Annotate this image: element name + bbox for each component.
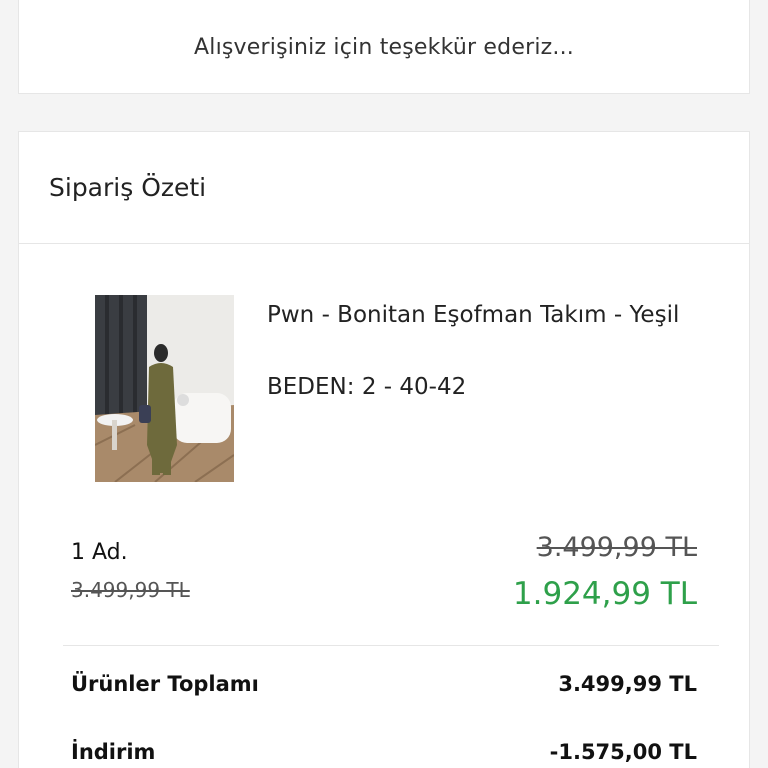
products-total-label: Ürünler Toplamı — [71, 672, 259, 696]
thanks-banner: Alışverişiniz için teşekkür ederiz... — [18, 0, 750, 94]
product-name[interactable]: Pwn - Bonitan Eşofman Takım - Yeşil — [267, 297, 687, 333]
order-summary-card: Sipariş Özeti Pwn - Bonitan Eşofman Takı… — [18, 131, 750, 768]
order-summary-title: Sipariş Özeti — [49, 173, 207, 202]
product-row: Pwn - Bonitan Eşofman Takım - Yeşil BEDE… — [19, 244, 749, 504]
discounted-price: 1.924,99 TL — [512, 576, 697, 612]
order-summary-header: Sipariş Özeti — [19, 132, 749, 244]
old-price: 3.499,99 TL — [536, 532, 697, 563]
product-size: BEDEN: 2 - 40-42 — [267, 374, 467, 400]
products-total-value: 3.499,99 TL — [558, 672, 697, 696]
unit-old-price: 3.499,99 TL — [71, 578, 190, 602]
discount-label: İndirim — [71, 740, 156, 764]
thanks-message: Alışverişiniz için teşekkür ederiz... — [194, 34, 574, 60]
product-photo-icon — [95, 295, 234, 482]
discount-value: -1.575,00 TL — [549, 740, 697, 764]
products-total-row: Ürünler Toplamı 3.499,99 TL — [71, 672, 697, 696]
product-image[interactable] — [95, 295, 234, 482]
discount-row: İndirim -1.575,00 TL — [71, 740, 697, 764]
divider — [63, 645, 719, 646]
quantity-label: 1 Ad. — [71, 540, 128, 565]
